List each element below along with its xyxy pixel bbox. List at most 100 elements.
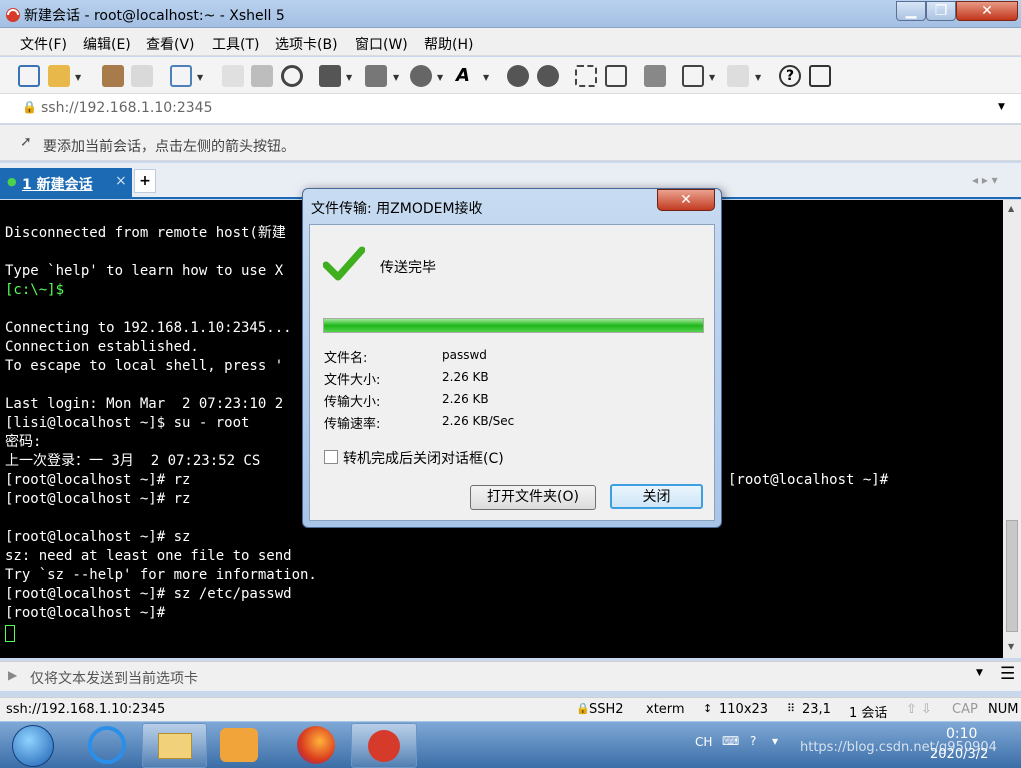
terminal-line: [root@localhost ~]# rz xyxy=(5,491,191,507)
scroll-up-icon[interactable]: ▲ xyxy=(1008,204,1014,213)
scroll-thumb[interactable] xyxy=(1006,520,1018,632)
fullscreen-icon[interactable] xyxy=(575,65,597,87)
chevron-down-icon[interactable]: ▼ xyxy=(75,73,81,82)
transfer-status: 传送完毕 xyxy=(380,260,436,276)
send-icon: ▶ xyxy=(8,668,18,682)
terminal-line: [root@localhost ~]# sz /etc/passwd xyxy=(5,586,292,602)
tray-arrow-icon[interactable]: ▾ xyxy=(772,734,778,748)
help-icon[interactable]: ? xyxy=(779,65,801,87)
connect-icon[interactable] xyxy=(102,65,124,87)
filename-value: passwd xyxy=(442,348,487,362)
font-icon[interactable]: A xyxy=(456,65,478,87)
chevron-down-icon[interactable]: ▼ xyxy=(998,102,1005,112)
open-folder-icon[interactable] xyxy=(48,65,70,87)
explorer-taskbar-button[interactable] xyxy=(142,723,207,768)
hamburger-icon[interactable]: ☰ xyxy=(1000,664,1015,684)
menu-tools[interactable]: 工具(T) xyxy=(212,34,259,54)
send-bar[interactable]: ▶ 仅将文本发送到当前选项卡 ▼ ☰ xyxy=(0,661,1021,691)
status-dot-icon: ● xyxy=(7,175,17,188)
menu-file[interactable]: 文件(F) xyxy=(20,34,67,54)
menu-window[interactable]: 窗口(W) xyxy=(355,34,408,54)
maximize-button[interactable]: ❐ xyxy=(926,1,956,21)
firefox-icon[interactable] xyxy=(297,726,335,764)
terminal-line: [root@localhost ~]# xyxy=(5,605,166,621)
hint-bar: ➚ 要添加当前会话，点击左侧的箭头按钮。 xyxy=(0,125,1021,161)
close-dialog-button[interactable]: 关闭 xyxy=(610,484,703,509)
open-folder-button-label: 打开文件夹(O) xyxy=(487,489,579,505)
auto-close-checkbox[interactable] xyxy=(324,450,338,464)
terminal-line: Try `sz --help' for more information. xyxy=(5,567,317,583)
rate-label: 传输速率: xyxy=(324,417,381,432)
menu-tabs[interactable]: 选项卡(B) xyxy=(275,34,338,54)
terminal-line: [root@localhost ~]# sz xyxy=(5,529,191,545)
address-input[interactable]: ssh://192.168.1.10:2345 xyxy=(41,100,212,116)
checkmark-icon xyxy=(323,246,365,281)
terminal-line: To escape to local shell, press ' xyxy=(5,358,284,374)
tab-close-icon[interactable]: × xyxy=(115,173,127,189)
terminal-line: [c:\~]$ xyxy=(5,282,65,298)
status-protocol: SSH2 xyxy=(589,702,624,717)
minimize-button[interactable]: ▁ xyxy=(896,1,926,21)
new-session-icon[interactable] xyxy=(18,65,40,87)
progress-bar xyxy=(323,318,704,333)
chevron-down-icon: ▼ xyxy=(755,73,762,82)
chat-icon[interactable] xyxy=(809,65,831,87)
xftp-icon[interactable] xyxy=(507,65,529,87)
chevron-down-icon[interactable]: ▼ xyxy=(346,73,352,82)
terminal-line: [lisi@localhost ~]$ su - root xyxy=(5,415,250,431)
internet-explorer-icon[interactable] xyxy=(88,726,126,764)
xshell-taskbar-button[interactable] xyxy=(351,723,417,768)
print-icon[interactable] xyxy=(319,65,341,87)
dialog-body: 传送完毕 文件名: passwd 文件大小: 2.26 KB 传输大小: 2.2… xyxy=(309,224,715,521)
arrow-icon[interactable]: ➚ xyxy=(20,134,32,150)
send-bar-text: 仅将文本发送到当前选项卡 xyxy=(30,671,198,687)
start-button[interactable] xyxy=(12,725,54,767)
chevron-down-icon[interactable]: ▼ xyxy=(483,73,489,82)
media-player-icon[interactable] xyxy=(220,728,258,762)
terminal-scrollbar[interactable]: ▲ ▼ xyxy=(1003,200,1021,658)
transfer-icon[interactable] xyxy=(365,65,387,87)
filesize-value: 2.26 KB xyxy=(442,370,489,384)
ime-indicator[interactable]: CH xyxy=(695,735,712,749)
filesize-label: 文件大小: xyxy=(324,373,381,388)
menu-edit[interactable]: 编辑(E) xyxy=(83,34,131,54)
chevron-down-icon[interactable]: ▼ xyxy=(709,73,715,82)
status-sessions: 1 会话 xyxy=(849,706,888,721)
paste-icon[interactable] xyxy=(251,65,273,87)
properties-icon[interactable] xyxy=(170,65,192,87)
tab-session-1[interactable]: ● 1 新建会话 × xyxy=(0,168,132,199)
tab-nav-arrows[interactable]: ◂ ▸ ▾ xyxy=(972,173,998,187)
globe-icon[interactable] xyxy=(410,65,432,87)
script-icon[interactable] xyxy=(537,65,559,87)
filename-label: 文件名: xyxy=(324,351,368,366)
terminal-line: Connecting to 192.168.1.10:2345... xyxy=(5,320,292,336)
auto-close-label[interactable]: 转机完成后关闭对话框(C) xyxy=(343,448,504,468)
chevron-down-icon[interactable]: ▼ xyxy=(197,73,203,82)
size-icon: ↕ xyxy=(703,702,713,715)
dialog-close-button[interactable]: ✕ xyxy=(657,189,715,211)
menu-view[interactable]: 查看(V) xyxy=(146,34,195,54)
chevron-down-icon[interactable]: ▼ xyxy=(437,73,443,82)
dialog-title: 文件传输: 用ZMODEM接收 xyxy=(311,201,483,217)
keyboard-icon[interactable] xyxy=(644,65,666,87)
terminal-cursor xyxy=(5,625,15,642)
xshell-logo-icon xyxy=(6,8,20,22)
keyboard-icon[interactable]: ⌨ xyxy=(722,734,739,748)
help-icon[interactable]: ? xyxy=(750,734,756,748)
menu-help[interactable]: 帮助(H) xyxy=(424,34,473,54)
copy-icon xyxy=(222,65,244,87)
session-arrows-icon[interactable]: ⇧ ⇩ xyxy=(906,702,932,717)
open-folder-button[interactable]: 打开文件夹(O) xyxy=(470,485,596,510)
find-icon[interactable] xyxy=(281,65,303,87)
scroll-down-icon[interactable]: ▼ xyxy=(1008,642,1014,651)
lock-icon[interactable] xyxy=(605,65,627,87)
chevron-down-icon[interactable]: ▼ xyxy=(393,73,399,82)
close-dialog-button-label: 关闭 xyxy=(642,489,671,505)
add-tab-button[interactable]: + xyxy=(134,169,156,193)
chevron-down-icon[interactable]: ▼ xyxy=(976,668,983,678)
address-bar[interactable]: 🔒 ssh://192.168.1.10:2345 ▼ xyxy=(0,94,1021,124)
close-button[interactable]: ✕ xyxy=(956,1,1018,21)
transferred-label: 传输大小: xyxy=(324,395,381,410)
add-pane-icon[interactable] xyxy=(682,65,704,87)
terminal-line: 密码: xyxy=(5,434,42,450)
